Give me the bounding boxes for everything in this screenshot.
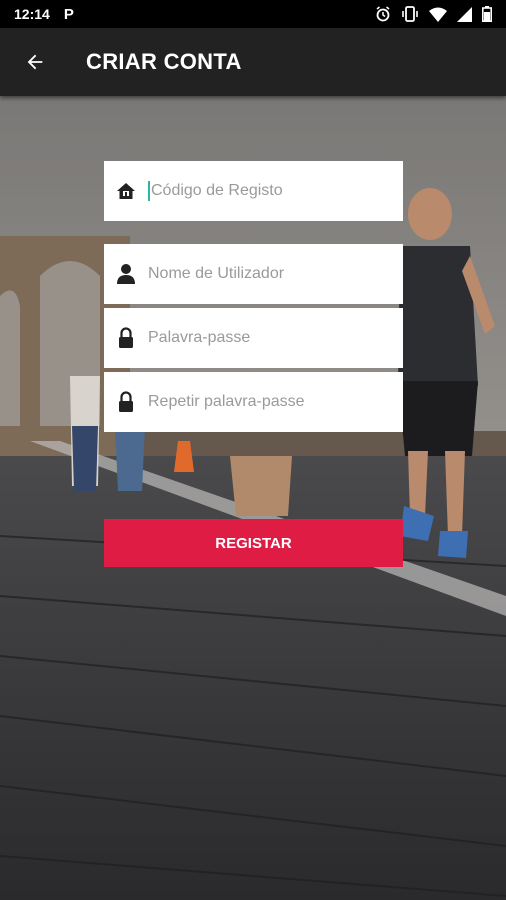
wifi-icon — [429, 7, 447, 22]
repeat-password-field[interactable] — [104, 372, 403, 432]
username-field[interactable] — [104, 244, 403, 304]
house-icon — [104, 182, 148, 200]
registration-code-input[interactable] — [151, 182, 391, 200]
parking-app-icon: P — [63, 5, 74, 23]
registration-code-field[interactable] — [104, 161, 403, 221]
password-input[interactable] — [148, 329, 388, 347]
password-field[interactable] — [104, 308, 403, 368]
repeat-password-input[interactable] — [148, 393, 388, 411]
status-icons — [375, 6, 492, 22]
register-button[interactable]: REGISTAR — [104, 519, 403, 567]
person-icon — [104, 263, 148, 285]
lock-icon — [104, 391, 148, 413]
lock-icon — [104, 327, 148, 349]
signal-icon — [457, 6, 472, 22]
status-time: 12:14 — [14, 6, 50, 22]
back-button[interactable] — [0, 28, 70, 96]
app-bar: CRIAR CONTA — [0, 28, 506, 96]
text-cursor — [148, 181, 150, 201]
status-bar: 12:14 P — [0, 0, 506, 28]
battery-icon — [482, 6, 492, 22]
arrow-left-icon — [27, 54, 43, 70]
alarm-icon — [376, 6, 390, 22]
vibrate-icon — [402, 6, 418, 22]
page-title: CRIAR CONTA — [86, 49, 242, 74]
username-input[interactable] — [148, 265, 388, 283]
